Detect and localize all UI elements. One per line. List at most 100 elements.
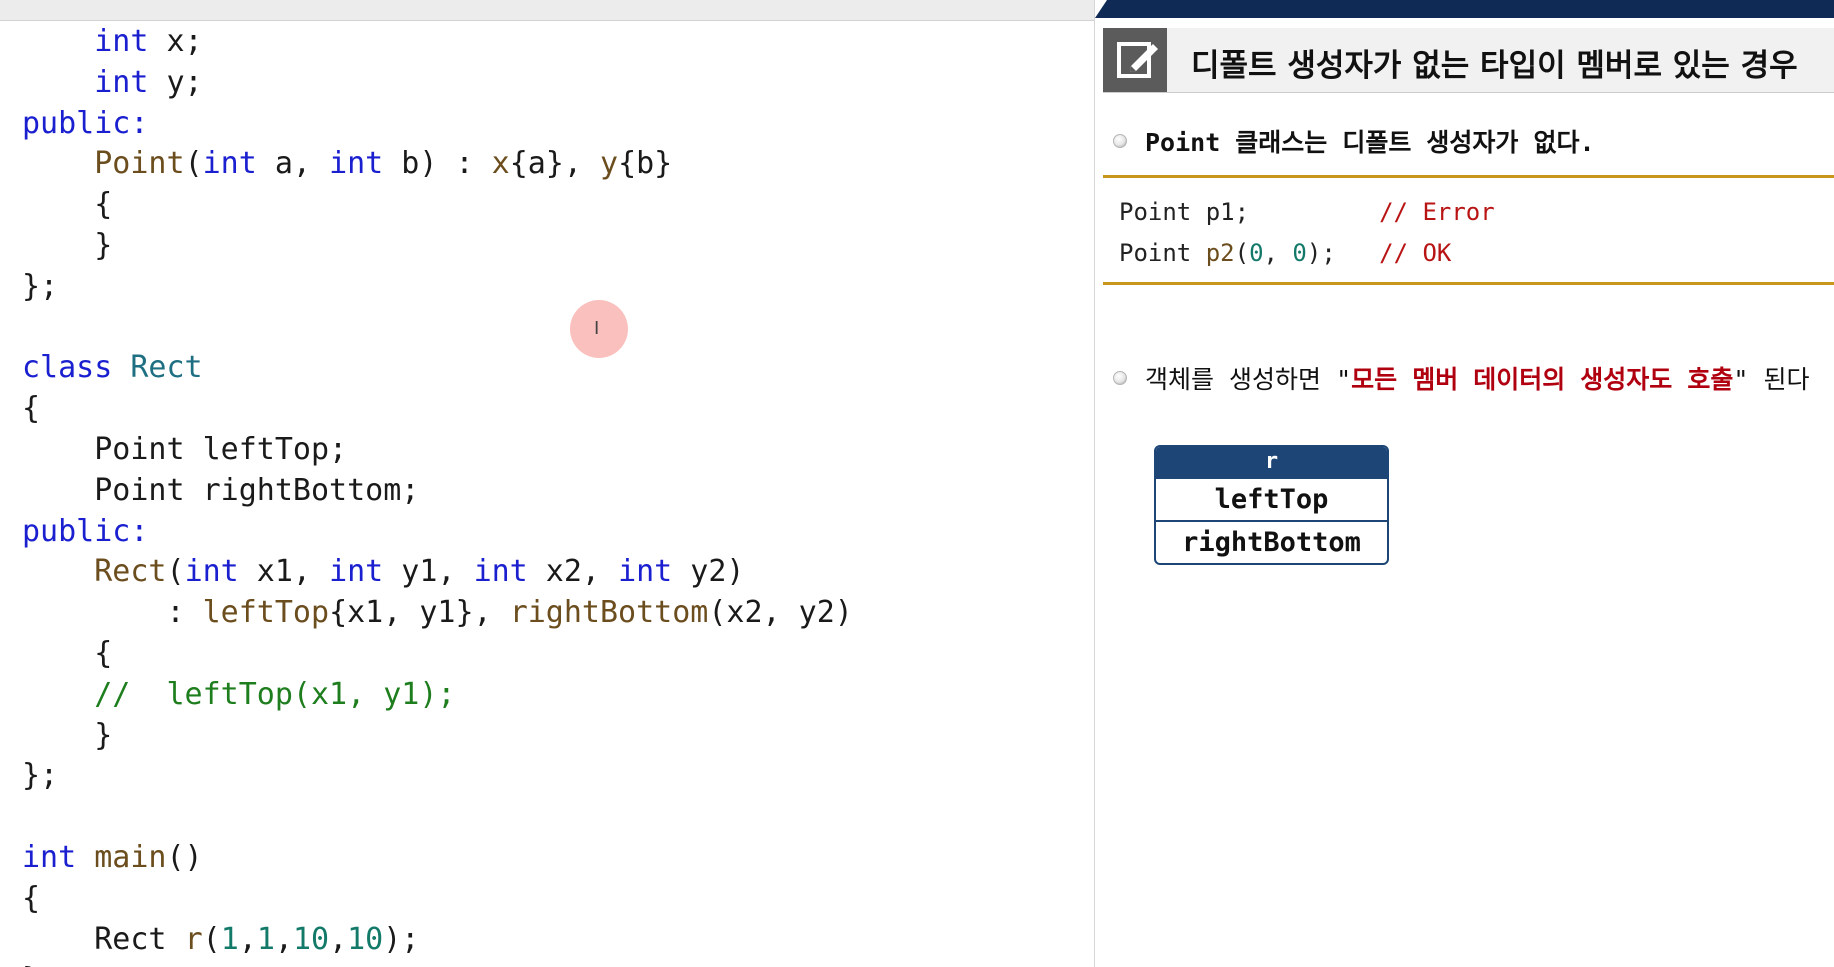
code-token: ); [383,921,420,957]
code-token: }; [22,268,59,304]
bullet-text-member-ctor: 객체를 생성하면 "모든 멤버 데이터의 생성자도 호출" 된다 [1145,360,1809,396]
code-token: } [22,227,113,263]
code-token: int [618,554,673,590]
code-line[interactable]: int main() [22,838,853,879]
code-line[interactable]: // leftTop(x1, y1); [22,675,853,716]
slide-top-band [1095,0,1834,18]
code-token: // leftTop(x1, y1); [94,676,456,712]
code-snippet-box: Point p1; // Error Point p2(0, 0); // OK [1103,175,1834,285]
code-token: , [238,921,257,957]
snippet-line2-open: ( [1234,239,1250,267]
code-token: Point [94,146,185,182]
code-token: { [22,635,113,671]
slide-top-corner [1095,0,1107,18]
code-token: {a}, [509,146,600,182]
code-token: Rect [130,350,203,386]
snippet-error-comment: // Error [1379,198,1495,226]
edit-icon [1103,28,1167,92]
code-line[interactable] [22,308,853,349]
lecture-slide: 디폴트 생성자가 없는 타입이 멤버로 있는 경우 Point 클래스는 디폴트… [1095,0,1834,967]
snippet-line2-close: ); [1306,239,1380,267]
code-line[interactable]: } [22,960,853,967]
code-line[interactable]: { [22,185,853,226]
code-token: 10 [347,921,384,957]
code-line[interactable]: { [22,634,853,675]
code-token: class [22,350,113,386]
code-token: int [94,64,149,100]
bullet2-suffix: " 된다 [1733,365,1810,394]
code-line[interactable]: } [22,716,853,757]
code-line[interactable]: Point rightBottom; [22,471,853,512]
code-token: Rect [22,921,185,957]
code-token: Point leftTop; [22,431,348,467]
code-token: y; [148,64,203,100]
snippet-ok-comment: // OK [1379,239,1452,267]
code-line[interactable]: public: [22,104,853,145]
code-token: leftTop [202,595,330,631]
snippet-line2-sep: , [1263,239,1293,267]
code-line[interactable]: }; [22,756,853,797]
editor-tab-bar [0,0,1094,21]
bullet-text-default-ctor: Point 클래스는 디폴트 생성자가 없다. [1145,128,1595,157]
code-token: int [473,554,528,590]
bullet2-highlight: 모든 멤버 데이터의 생성자도 호출 [1351,365,1734,394]
code-line[interactable]: { [22,879,853,920]
code-token: 10 [292,921,330,957]
code-token: main [94,839,167,875]
code-token: } [22,962,40,967]
code-token: () [166,839,203,875]
code-token: : [22,595,203,631]
code-line[interactable]: Point(int a, int b) : x{a}, y{b} [22,144,853,185]
code-token: y [600,146,619,182]
code-token: int [202,146,257,182]
code-token: y2) [672,554,745,590]
code-line[interactable]: public: [22,512,853,553]
code-editor[interactable]: int x; int y; public: Point(int a, int b)… [0,0,1094,967]
code-token: ( [202,921,221,957]
code-line[interactable]: int y; [22,63,853,104]
code-line[interactable] [22,797,853,838]
code-text-area[interactable]: int x; int y; public: Point(int a, int b)… [22,22,853,967]
snippet-line2-num1: 0 [1249,239,1264,267]
code-line[interactable]: } [22,226,853,267]
code-token: , [329,921,348,957]
code-token: r [184,921,203,957]
code-token: { [22,880,41,916]
code-line[interactable]: { [22,389,853,430]
code-token: {b} [618,146,673,182]
code-token: int [329,554,384,590]
code-line[interactable]: class Rect [22,348,853,389]
code-token: } [22,717,113,753]
code-token: x [491,146,510,182]
code-token: y1, [383,554,474,590]
snippet-line2-num2: 0 [1292,239,1307,267]
code-token: , [274,921,293,957]
code-line[interactable]: Rect(int x1, int y1, int x2, int y2) [22,552,853,593]
object-member-rightbottom: rightBottom [1156,520,1387,563]
object-diagram: r leftTop rightBottom [1154,445,1389,565]
code-token: Rect [94,554,167,590]
code-token: x2, [527,554,619,590]
code-token: 1 [220,921,239,957]
code-token: 1 [256,921,275,957]
code-token: }; [22,758,59,794]
code-token: x; [148,24,203,59]
code-line[interactable]: }; [22,267,853,308]
code-line[interactable]: : leftTop{x1, y1}, rightBottom(x2, y2) [22,593,852,634]
code-token: ( [166,554,185,590]
code-line[interactable]: Rect r(1,1,10,10); [22,920,853,961]
code-token: int [94,24,149,59]
bullet-circle-icon [1113,371,1127,385]
code-token: public: [22,513,149,549]
code-line[interactable]: Point leftTop; [22,430,853,471]
code-token: a, [256,146,330,182]
code-line[interactable]: int x; [22,22,853,63]
bullet-circle-icon [1113,134,1127,148]
code-token: Point rightBottom; [22,472,420,508]
bullet2-prefix: 객체를 생성하면 " [1145,365,1352,394]
snippet-line2-fn: p2 [1205,239,1235,267]
